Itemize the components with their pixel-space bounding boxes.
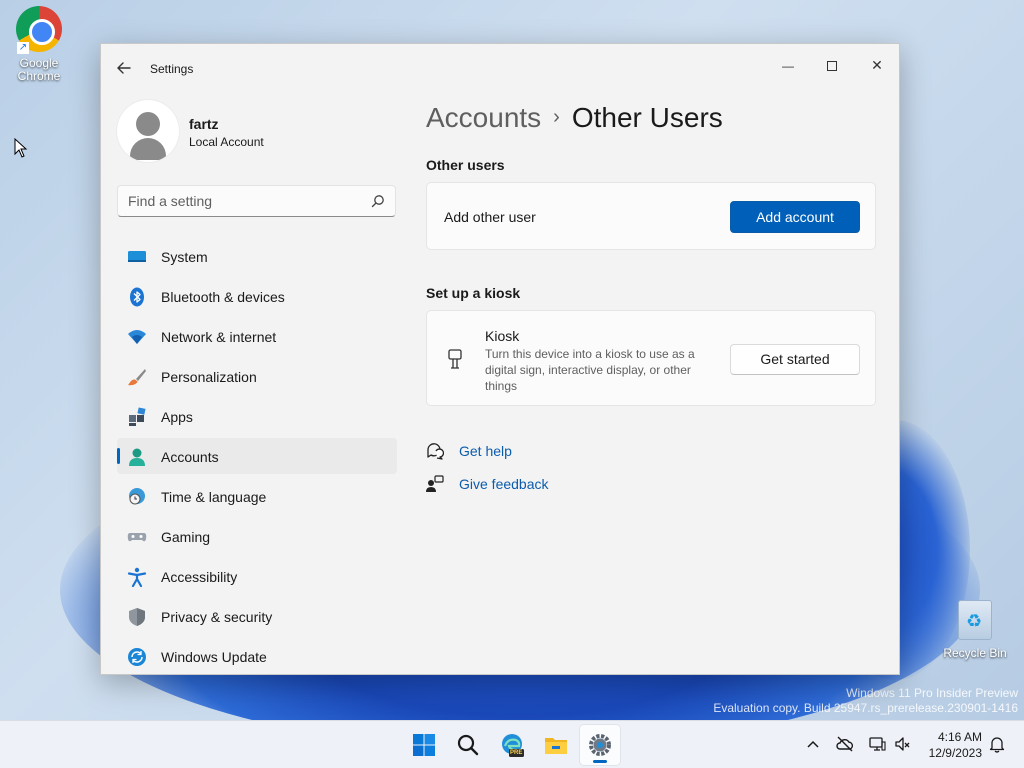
add-other-user-label: Add other user (444, 209, 536, 225)
feedback-icon (426, 475, 444, 492)
update-icon (128, 648, 146, 666)
system-icon (128, 251, 146, 262)
sidebar-item-label: Windows Update (161, 649, 267, 665)
sidebar-item-label: Apps (161, 409, 193, 425)
maximize-icon (827, 61, 837, 72)
kiosk-card: Kiosk Turn this device into a kiosk to u… (426, 310, 876, 406)
watermark: Windows 11 Pro Insider Preview Evaluatio… (713, 686, 1018, 716)
notification-bell-icon[interactable] (988, 735, 1006, 753)
search-input[interactable] (118, 186, 358, 216)
minimize-icon: — (782, 59, 794, 73)
chrome-icon: ↗ (15, 6, 63, 54)
title-bar[interactable]: Settings — ✕ (101, 44, 899, 92)
get-started-button[interactable]: Get started (730, 344, 860, 375)
bluetooth-icon (130, 287, 144, 307)
kiosk-description: Turn this device into a kiosk to use as … (485, 347, 695, 393)
close-icon: ✕ (871, 57, 883, 73)
sidebar-item-accessibility[interactable]: Accessibility (117, 558, 397, 594)
accounts-icon (129, 448, 145, 466)
sidebar-item-personalization[interactable]: Personalization (117, 358, 397, 394)
search-icon (457, 734, 479, 756)
sidebar-item-label: Personalization (161, 369, 257, 385)
account-type: Local Account (189, 135, 264, 149)
breadcrumb-parent[interactable]: Accounts (426, 102, 541, 133)
watermark-line: Windows 11 Pro Insider Preview (846, 686, 1018, 700)
wifi-icon (128, 330, 146, 344)
start-button[interactable] (404, 725, 444, 765)
back-arrow-icon[interactable] (113, 58, 135, 78)
clock-date: 12/9/2023 (928, 746, 982, 760)
window-title: Settings (150, 62, 194, 76)
help-chat-icon (427, 443, 444, 460)
sidebar-item-time-language[interactable]: Time & language (117, 478, 397, 514)
minimize-button[interactable]: — (765, 50, 811, 80)
brush-icon (128, 369, 146, 386)
start-icon (413, 734, 435, 756)
chevron-up-icon[interactable] (804, 735, 822, 753)
recycle-bin-icon: ♻ (951, 600, 999, 644)
section-title-kiosk: Set up a kiosk (426, 285, 521, 301)
settings-icon (589, 734, 611, 756)
user-name: fartz (189, 116, 219, 132)
sidebar-item-privacy[interactable]: Privacy & security (117, 598, 397, 634)
breadcrumb-separator-icon: › (553, 106, 560, 128)
accessibility-icon (127, 567, 147, 587)
avatar[interactable] (117, 100, 179, 162)
sidebar-item-label: System (161, 249, 208, 265)
desktop-icon-label: Chrome (17, 69, 61, 83)
edge-pre-badge: PRE (510, 750, 523, 756)
sidebar-item-apps[interactable]: Apps (117, 398, 397, 434)
kiosk-title: Kiosk (485, 328, 520, 344)
give-feedback-label[interactable]: Give feedback (459, 476, 549, 492)
sidebar-item-label: Gaming (161, 529, 211, 545)
sidebar-item-label: Privacy & security (161, 609, 273, 625)
gamepad-icon (127, 533, 147, 542)
sidebar-item-bluetooth[interactable]: Bluetooth & devices (117, 278, 397, 314)
sidebar-item-label: Network & internet (161, 329, 277, 345)
shield-icon (129, 608, 145, 626)
file-explorer-icon (545, 738, 567, 754)
sidebar-item-gaming[interactable]: Gaming (117, 518, 397, 554)
taskbar-file-explorer-button[interactable] (536, 725, 576, 765)
apps-icon (129, 407, 146, 426)
desktop-icon-recycle-bin[interactable]: ♻ Recycle Bin (940, 600, 1010, 660)
search-icon[interactable] (371, 194, 385, 208)
taskbar-settings-button[interactable] (580, 725, 620, 765)
sidebar-item-accounts[interactable]: Accounts (117, 438, 397, 474)
globe-clock-icon (129, 488, 145, 505)
desktop-icon-chrome[interactable]: ↗ Google Chrome (4, 6, 74, 83)
search-box[interactable] (117, 185, 396, 217)
network-icon[interactable] (868, 735, 886, 753)
sidebar-item-network[interactable]: Network & internet (117, 318, 397, 354)
mouse-cursor-icon (14, 138, 28, 158)
get-help-label[interactable]: Get help (459, 443, 512, 459)
sidebar-item-label: Accessibility (161, 569, 238, 585)
page-title: Other Users (571, 102, 723, 133)
desktop-icon-label: Google (19, 56, 59, 70)
sidebar-item-label: Time & language (161, 489, 267, 505)
volume-muted-icon[interactable] (894, 735, 912, 753)
clock-time: 4:16 AM (937, 730, 982, 744)
cloud-off-icon[interactable] (836, 735, 854, 753)
breadcrumb: Accounts › Other Users (426, 102, 723, 134)
sidebar-item-system[interactable]: System (117, 238, 397, 274)
desktop-icon-label: Recycle Bin (943, 646, 1007, 660)
section-title-other-users: Other users (426, 157, 505, 173)
add-account-button[interactable]: Add account (730, 201, 860, 233)
sidebar-item-label: Accounts (161, 449, 219, 465)
sidebar-nav: System Bluetooth & devices Network & int… (117, 238, 397, 674)
taskbar-search-button[interactable] (448, 725, 488, 765)
close-button[interactable]: ✕ (854, 50, 899, 80)
shortcut-arrow-icon: ↗ (17, 42, 29, 54)
sidebar-item-label: Bluetooth & devices (161, 289, 285, 305)
maximize-button[interactable] (809, 50, 855, 80)
taskbar: PRE 4:16 AM 12/9/2023 (0, 720, 1024, 768)
kiosk-icon (448, 349, 462, 369)
watermark-line: Evaluation copy. Build 25947.rs_prerelea… (713, 701, 1018, 715)
taskbar-edge-button[interactable]: PRE (492, 725, 532, 765)
add-other-user-card: Add other user Add account (426, 182, 876, 250)
settings-window: Settings — ✕ fartz Local Account Find a … (100, 43, 900, 675)
taskbar-clock[interactable]: 4:16 AM 12/9/2023 (918, 729, 982, 761)
sidebar-item-windows-update[interactable]: Windows Update (117, 638, 397, 674)
